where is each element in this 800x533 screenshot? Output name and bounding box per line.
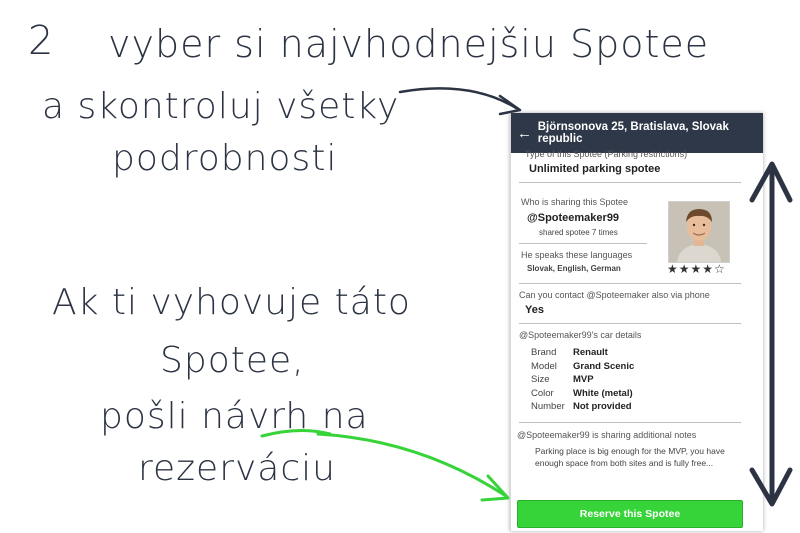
- divider: [519, 323, 741, 324]
- pointer-arrow-icon: [398, 87, 518, 110]
- step-number: 2: [28, 18, 55, 64]
- instruction-line-3: podrobnosti: [112, 138, 338, 179]
- phone-contact-label: Can you contact @Spoteemaker also via ph…: [519, 290, 710, 300]
- instruction-line-1: vyber si najvhodnejšiu Spotee: [108, 22, 710, 66]
- green-pointer-arrow-icon: [316, 432, 508, 498]
- car-detail-row: Number Not provided: [531, 401, 632, 412]
- car-detail-row: Brand Renault: [531, 347, 608, 358]
- reserve-button[interactable]: Reserve this Spotee: [517, 500, 743, 528]
- back-arrow-icon[interactable]: ←: [517, 125, 538, 142]
- header-title: Björnsonova 25, Bratislava, Slovak repub…: [537, 121, 729, 145]
- sharer-label: Who is sharing this Spotee: [521, 197, 629, 207]
- rating-stars-icon: ★★★★☆: [667, 262, 726, 276]
- user-photo-icon: [669, 202, 729, 262]
- instruction-bottom-line-4: rezerváciu: [138, 448, 336, 489]
- car-detail-row: Model Grand Scenic: [531, 361, 635, 372]
- divider: [519, 243, 647, 244]
- instruction-line-2: a skontroluj všetky: [42, 86, 400, 127]
- instruction-bottom-line-1: Ak ti vyhovuje táto: [52, 282, 411, 323]
- languages-value: Slovak, English, German: [527, 264, 621, 273]
- sharer-username[interactable]: @Spoteemaker99: [527, 212, 619, 224]
- car-detail-row: Size MVP: [531, 374, 594, 385]
- divider: [519, 283, 741, 284]
- car-detail-row: Color White (metal): [531, 388, 633, 399]
- car-details-title: @Spoteemaker99's car details: [519, 330, 642, 340]
- divider: [519, 422, 741, 423]
- notes-text: Parking place is big enough for the MVP,…: [535, 446, 725, 468]
- shared-count: shared spotee 7 times: [539, 228, 618, 237]
- spotee-type-value: Unlimited parking spotee: [529, 163, 661, 175]
- instruction-bottom-line-3: pošli návrh na: [100, 396, 369, 437]
- spotee-detail-panel: ← Björnsonova 25, Bratislava, Slovak rep…: [510, 113, 763, 531]
- avatar[interactable]: [668, 201, 730, 263]
- divider: [519, 182, 741, 183]
- notes-title: @Spoteemaker99 is sharing additional not…: [517, 430, 697, 440]
- languages-label: He speaks these languages: [521, 250, 633, 260]
- instruction-bottom-line-2: Spotee,: [160, 340, 305, 381]
- phone-contact-value: Yes: [525, 304, 544, 316]
- spotee-type-label: Type of this Spotee (Parking restriction…: [525, 149, 688, 159]
- header-bar: ← Björnsonova 25, Bratislava, Slovak rep…: [511, 113, 763, 153]
